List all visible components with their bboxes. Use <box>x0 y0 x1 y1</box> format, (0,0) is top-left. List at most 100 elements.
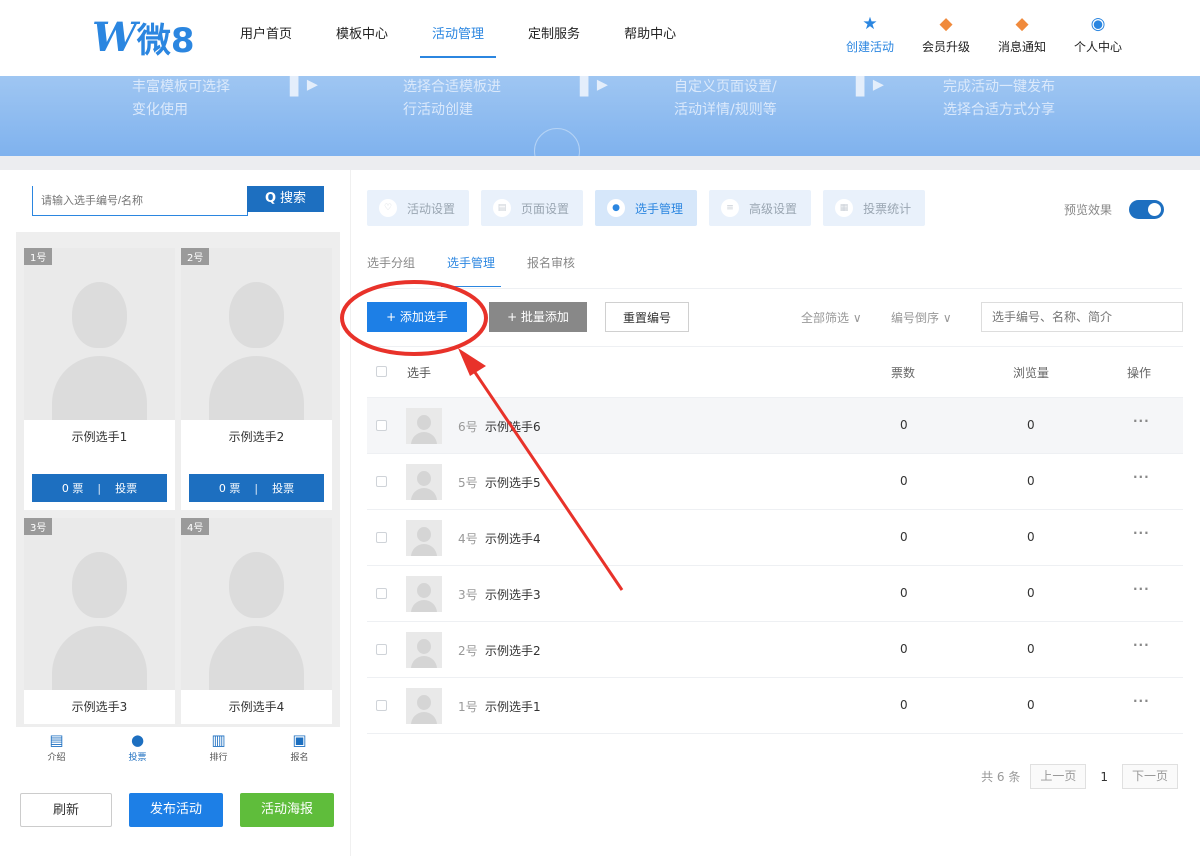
avatar-placeholder-icon <box>209 282 304 420</box>
arrow-right-icon: ▌▸ <box>580 76 608 97</box>
more-actions-icon[interactable]: ··· <box>1133 694 1150 708</box>
batch-add-button[interactable]: + 批量添加 <box>489 302 587 332</box>
banner-step-text: 选择合适模板进 <box>403 79 501 95</box>
table-header: 选手 票数 浏览量 操作 <box>367 346 1183 398</box>
nav-item-custom-service[interactable]: 定制服务 <box>506 0 602 76</box>
player-search-input[interactable] <box>981 302 1183 332</box>
personal-center-label: 个人中心 <box>1073 40 1122 54</box>
filter-all-dropdown[interactable]: 全部筛选 ∨ <box>801 309 862 326</box>
more-actions-icon[interactable]: ··· <box>1133 638 1150 652</box>
tab-label: 报名 <box>290 753 309 763</box>
table-row[interactable]: 4号 示例选手4 0 0 ··· <box>367 510 1183 566</box>
message-notification-link[interactable]: ◆ 消息通知 <box>984 14 1060 55</box>
tab-ranking[interactable]: ▥ 排行 <box>178 727 259 768</box>
subtab-player-groups[interactable]: 选手分组 <box>367 254 415 288</box>
step-label: 选手管理 <box>635 201 684 216</box>
vote-button[interactable]: 0 票 | 投票 <box>32 474 167 502</box>
row-checkbox[interactable] <box>376 532 387 543</box>
banner-step-2: 选择合适模板进 行活动创建 <box>403 76 501 122</box>
personal-center-link[interactable]: ◉ 个人中心 <box>1060 14 1136 55</box>
more-actions-icon[interactable]: ··· <box>1133 470 1150 484</box>
message-badge-icon: ◆ <box>1015 14 1029 34</box>
more-actions-icon[interactable]: ··· <box>1133 582 1150 596</box>
preview-search-button[interactable]: Q 搜索 <box>247 186 324 212</box>
member-upgrade-link[interactable]: ◆ 会员升级 <box>908 14 984 55</box>
nav-item-help-center[interactable]: 帮助中心 <box>602 0 698 76</box>
row-checkbox[interactable] <box>376 420 387 431</box>
table-row[interactable]: 6号 示例选手6 0 0 ··· <box>367 398 1183 454</box>
player-name: 示例选手4 <box>228 700 285 714</box>
avatar <box>406 576 442 612</box>
vote-button[interactable]: 0 票 | 投票 <box>189 474 324 502</box>
row-checkbox[interactable] <box>376 700 387 711</box>
preview-effect-switch[interactable] <box>1129 200 1164 219</box>
person-icon: ● <box>130 731 145 749</box>
tab-label: 介绍 <box>47 753 66 763</box>
table-row[interactable]: 1号 示例选手1 0 0 ··· <box>367 678 1183 734</box>
nav-item-templates[interactable]: 模板中心 <box>314 0 410 76</box>
player-number: 4号 <box>458 532 478 546</box>
banner-step-4: 完成活动一键发布 选择合适方式分享 <box>943 76 1055 122</box>
refresh-button[interactable]: 刷新 <box>20 793 112 827</box>
process-banner: 丰富模板可选择 变化使用 ▌▸ 选择合适模板进 行活动创建 ▌▸ 自定义页面设置… <box>0 76 1200 156</box>
step-vote-statistics[interactable]: ▦ 投票统计 <box>823 190 926 226</box>
step-label: 活动设置 <box>407 201 456 216</box>
table-row[interactable]: 5号 示例选手5 0 0 ··· <box>367 454 1183 510</box>
current-page[interactable]: 1 <box>1100 770 1108 784</box>
player-photo: 2号 <box>181 248 332 420</box>
player-card[interactable]: 2号 示例选手2 0 票 | 投票 <box>181 248 332 510</box>
row-checkbox[interactable] <box>376 476 387 487</box>
table-row[interactable]: 3号 示例选手3 0 0 ··· <box>367 566 1183 622</box>
sort-order-dropdown[interactable]: 编号倒序 ∨ <box>891 309 952 326</box>
next-page-button[interactable]: 下一页 <box>1121 764 1178 789</box>
player-management-panel: ♡ 活动设置 ▤ 页面设置 ● 选手管理 ≡ 高级设置 ▦ 投票统计 预览效果 … <box>350 170 1200 856</box>
subtab-player-management[interactable]: 选手管理 <box>441 254 502 288</box>
player-photo: 3号 <box>24 518 175 690</box>
prev-page-button[interactable]: 上一页 <box>1030 764 1087 789</box>
player-number: 2号 <box>458 644 478 658</box>
more-actions-icon[interactable]: ··· <box>1133 526 1150 540</box>
tab-label: 投票 <box>128 753 147 763</box>
player-card[interactable]: 1号 示例选手1 0 票 | 投票 <box>24 248 175 510</box>
player-number: 5号 <box>458 476 478 490</box>
player-number-badge: 1号 <box>24 248 53 265</box>
tab-intro[interactable]: ▤ 介绍 <box>16 727 97 768</box>
tab-vote[interactable]: ● 投票 <box>97 727 178 768</box>
step-advanced-settings[interactable]: ≡ 高级设置 <box>709 190 812 226</box>
main-nav: 用户首页 模板中心 活动管理 定制服务 帮助中心 <box>218 0 698 76</box>
row-checkbox[interactable] <box>376 588 387 599</box>
activity-poster-button[interactable]: 活动海报 <box>240 793 334 827</box>
select-all-checkbox[interactable] <box>376 366 387 377</box>
search-icon: Q <box>264 191 277 206</box>
step-player-management[interactable]: ● 选手管理 <box>595 190 698 226</box>
tab-signup[interactable]: ▣ 报名 <box>259 727 340 768</box>
player-card[interactable]: 3号 示例选手3 <box>24 518 175 724</box>
avatar <box>406 520 442 556</box>
nav-item-home[interactable]: 用户首页 <box>218 0 314 76</box>
reset-numbers-button[interactable]: 重置编号 <box>605 302 689 332</box>
vote-count: 0 <box>900 642 908 656</box>
preview-effect-toggle: 预览效果 <box>1064 200 1164 219</box>
view-count: 0 <box>1027 586 1035 600</box>
step-activity-settings[interactable]: ♡ 活动设置 <box>367 190 470 226</box>
preview-search-input[interactable] <box>32 186 248 216</box>
publish-activity-button[interactable]: 发布活动 <box>129 793 223 827</box>
logo[interactable]: W 微8 <box>92 14 195 61</box>
vote-label: 投票 <box>272 482 295 495</box>
more-actions-icon[interactable]: ··· <box>1133 414 1150 428</box>
subtab-signup-review[interactable]: 报名审核 <box>527 254 575 288</box>
table-row[interactable]: 2号 示例选手2 0 0 ··· <box>367 622 1183 678</box>
preview-bottom-tabs: ▤ 介绍 ● 投票 ▥ 排行 ▣ 报名 <box>16 726 340 768</box>
row-checkbox[interactable] <box>376 644 387 655</box>
pagination: 共 6 条 上一页 1 下一页 <box>981 764 1178 789</box>
vote-count: 0 <box>900 474 908 488</box>
page-icon: ▤ <box>493 199 512 217</box>
player-name: 示例选手6 <box>485 420 541 434</box>
create-activity-link[interactable]: ★ 创建活动 <box>832 14 908 55</box>
player-card[interactable]: 4号 示例选手4 <box>181 518 332 724</box>
add-player-button[interactable]: + 添加选手 <box>367 302 467 332</box>
step-page-settings[interactable]: ▤ 页面设置 <box>481 190 584 226</box>
player-subtabs: 选手分组 选手管理 报名审核 <box>367 254 607 288</box>
step-label: 投票统计 <box>863 201 912 216</box>
nav-item-activity-management[interactable]: 活动管理 <box>410 0 506 76</box>
